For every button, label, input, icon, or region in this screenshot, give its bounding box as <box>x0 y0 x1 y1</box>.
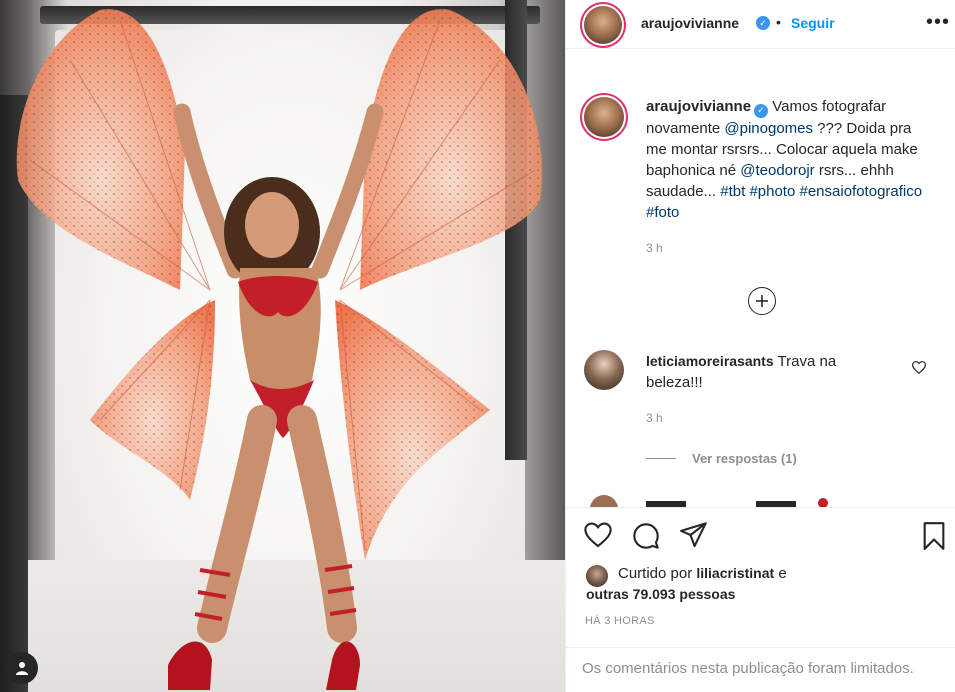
heart-icon[interactable] <box>584 522 612 548</box>
liker-username[interactable]: liliacristinat <box>696 565 774 581</box>
view-replies-label: Ver respostas (1) <box>692 451 797 466</box>
left-wing <box>16 9 215 500</box>
post-actions: Curtido por liliacristinat e outras 79.0… <box>566 507 955 647</box>
caption-verified-badge-icon: ✓ <box>754 103 769 118</box>
mention-link-1[interactable]: @pinogomes <box>724 120 813 137</box>
replies-divider <box>646 458 676 459</box>
comment-text: leticiamoreirasants Trava na beleza!!! <box>646 351 896 393</box>
user-tag-button[interactable] <box>6 652 38 684</box>
mention-link-2[interactable]: @teodorojr <box>740 162 814 179</box>
author-username[interactable]: araujovivianne <box>641 15 739 31</box>
hashtag-link-1[interactable]: #tbt <box>720 183 745 200</box>
caption-time[interactable]: 3 h <box>646 241 663 255</box>
post-header: araujovivianne ✓ • Seguir ••• <box>566 0 955 49</box>
author-avatar[interactable] <box>584 6 622 44</box>
comments-section: araujovivianne ✓ Vamos fotografar novamen… <box>566 49 955 507</box>
right-wing <box>335 9 542 560</box>
hashtag-link-3[interactable]: #ensaiofotografico <box>800 183 923 200</box>
post-photo[interactable] <box>0 0 565 692</box>
user-tag-icon <box>16 662 28 675</box>
likes-summary: Curtido por liliacristinat e outras 79.0… <box>586 563 936 605</box>
hashtag-link-4[interactable]: #foto <box>646 204 679 221</box>
likes-others-link[interactable]: outras 79.093 pessoas <box>586 586 735 602</box>
comment-like-heart-icon[interactable] <box>912 361 926 374</box>
verified-badge-icon: ✓ <box>756 16 770 30</box>
load-more-comments-button[interactable] <box>748 287 776 315</box>
share-icon[interactable] <box>680 522 708 548</box>
caption-text: araujovivianne ✓ Vamos fotografar novamen… <box>646 96 936 223</box>
likes-prefix: Curtido por <box>618 565 697 582</box>
post-details-panel: araujovivianne ✓ • Seguir ••• araujovivi… <box>565 0 955 692</box>
partially-visible-comment <box>588 495 838 507</box>
commenter-username[interactable]: leticiamoreirasants <box>646 353 774 369</box>
model-with-wings-illustration <box>16 9 542 690</box>
commenter-avatar[interactable] <box>584 350 624 390</box>
comment-icon[interactable] <box>632 522 660 550</box>
comment-time[interactable]: 3 h <box>646 411 663 425</box>
view-replies-button[interactable]: Ver respostas (1) <box>646 451 797 466</box>
more-options-icon[interactable]: ••• <box>926 12 950 32</box>
comments-limited-notice: Os comentários nesta publicação foram li… <box>566 647 955 692</box>
separator-dot: • <box>776 14 781 30</box>
hashtag-link-2[interactable]: #photo <box>749 183 795 200</box>
caption-author-avatar[interactable] <box>584 97 624 137</box>
bookmark-icon[interactable] <box>921 522 947 550</box>
likes-connector: e <box>774 565 787 582</box>
add-comment-icon <box>756 295 768 307</box>
follow-button[interactable]: Seguir <box>791 15 835 31</box>
liker-avatar[interactable] <box>586 565 608 587</box>
post-timestamp[interactable]: HÁ 3 HORAS <box>585 615 655 627</box>
caption-username[interactable]: araujovivianne <box>646 98 751 115</box>
